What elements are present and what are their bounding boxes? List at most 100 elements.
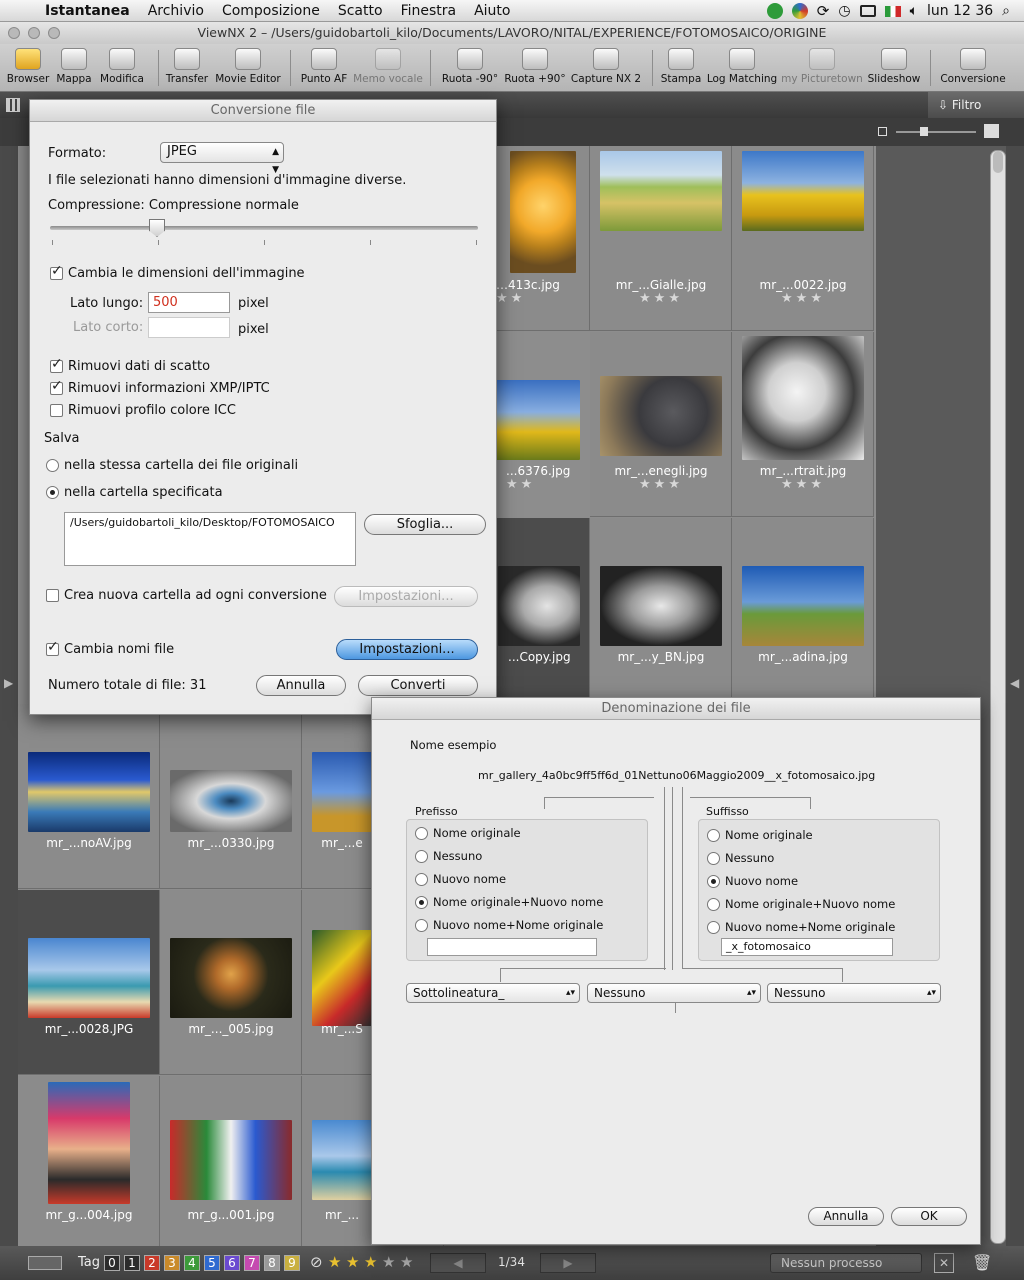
rating-stars[interactable]: ★★★ xyxy=(590,291,732,306)
grid-scrollbar[interactable] xyxy=(990,150,1006,1244)
process-dropdown[interactable]: Nessun processo xyxy=(770,1253,922,1273)
percorso-cartella-field[interactable]: /Users/guidobartoli_kilo/Desktop/FOTOMOS… xyxy=(64,512,356,566)
impostazioni-cartella-button[interactable]: Impostazioni... xyxy=(334,586,478,607)
tag-8[interactable]: 8 xyxy=(264,1255,280,1271)
separatore-prefisso-select[interactable]: Sottolineatura_ ▴▾ xyxy=(406,983,580,1003)
compressione-slider-handle[interactable] xyxy=(149,219,165,237)
stampa-button[interactable]: Stampa xyxy=(656,48,706,85)
previous-page-button[interactable]: ◀ xyxy=(430,1253,486,1273)
thumbnail-cell[interactable]: mr_g...001.jpg xyxy=(160,1076,302,1261)
suffisso-nome-originale-radio[interactable] xyxy=(707,829,720,842)
large-thumbnail-icon[interactable] xyxy=(984,124,999,138)
cambia-nomi-checkbox[interactable] xyxy=(46,639,59,656)
spotlight-search-icon[interactable]: ⌕ xyxy=(1002,3,1010,19)
panel-toggle-icon[interactable] xyxy=(28,1256,62,1270)
menu-finestra[interactable]: Finestra xyxy=(392,3,466,19)
wm-tray-icon[interactable] xyxy=(766,3,783,19)
clock[interactable]: lun 12 36 xyxy=(927,3,993,19)
prefisso-nuovo-nome-radio[interactable] xyxy=(415,873,428,886)
thumbnail-cell[interactable]: mr_...0022.jpg ★★★ xyxy=(732,146,874,331)
modifica-button[interactable]: Modifica xyxy=(96,48,148,85)
tag-7[interactable]: 7 xyxy=(244,1255,260,1271)
cambia-dimensioni-checkbox[interactable] xyxy=(50,263,63,280)
tag-6[interactable]: 6 xyxy=(224,1255,240,1271)
thumbnail-cell[interactable]: mr_...adina.jpg xyxy=(732,518,874,703)
lato-corto-input[interactable] xyxy=(148,317,230,338)
expand-right-icon[interactable]: ◀ xyxy=(1010,676,1019,690)
mappa-button[interactable]: Mappa xyxy=(52,48,96,85)
grid-view-icon[interactable] xyxy=(6,98,20,112)
thumbnail-cell[interactable]: mr_..._005.jpg xyxy=(160,890,302,1075)
crea-cartella-checkbox[interactable] xyxy=(46,589,59,602)
tag-2[interactable]: 2 xyxy=(144,1255,160,1271)
separatore-centro-select[interactable]: Nessuno ▴▾ xyxy=(587,983,761,1003)
conversione-button[interactable]: Conversione xyxy=(938,48,1008,85)
tag-3[interactable]: 3 xyxy=(164,1255,180,1271)
zoom-window-icon[interactable] xyxy=(48,27,60,39)
suffisso-nessuno-radio[interactable] xyxy=(707,852,720,865)
lato-lungo-input[interactable]: 500 xyxy=(148,292,230,313)
thumbnail-cell[interactable]: mr_...0330.jpg xyxy=(160,704,302,889)
slideshow-button[interactable]: Slideshow xyxy=(864,48,924,85)
menu-composizione[interactable]: Composizione xyxy=(213,3,329,19)
thumbnail-cell[interactable]: mr_...noAV.jpg xyxy=(18,704,160,889)
prefisso-nessuno-radio[interactable] xyxy=(415,850,428,863)
rating-star-icon[interactable]: ★ xyxy=(328,1253,341,1271)
annulla-button[interactable]: Annulla xyxy=(808,1207,884,1226)
suffisso-input[interactable]: _x_fotomosaico xyxy=(721,938,893,956)
thumbnail-cell[interactable]: mr_...enegli.jpg ★★★ xyxy=(590,332,732,517)
small-thumbnail-icon[interactable] xyxy=(878,127,887,136)
flag-italy-icon[interactable] xyxy=(884,5,901,17)
converti-button[interactable]: Converti xyxy=(358,675,478,696)
menu-scatto[interactable]: Scatto xyxy=(329,3,392,19)
minimize-window-icon[interactable] xyxy=(28,27,40,39)
thumbnail-cell[interactable]: mr_g...004.jpg xyxy=(18,1076,160,1261)
rating-star-icon[interactable]: ★ xyxy=(400,1253,413,1271)
time-machine-icon[interactable]: ◷ xyxy=(838,3,850,19)
cancel-process-icon[interactable]: ✕ xyxy=(934,1253,954,1273)
prefisso-input[interactable] xyxy=(427,938,597,956)
tag-1[interactable]: 1 xyxy=(124,1255,140,1271)
suffisso-nuovo-originale-radio[interactable] xyxy=(707,921,720,934)
punto-af-button[interactable]: Punto AF xyxy=(296,48,352,85)
trash-icon[interactable]: 🗑︎ xyxy=(972,1253,992,1272)
compressione-slider[interactable] xyxy=(50,226,478,230)
thumbnail-cell[interactable]: mr_...rtrait.jpg ★★★ xyxy=(732,332,874,517)
next-page-button[interactable]: ▶ xyxy=(540,1253,596,1273)
transfer-button[interactable]: Transfer xyxy=(162,48,212,85)
sfoglia-button[interactable]: Sfoglia... xyxy=(364,514,486,535)
volume-icon[interactable]: 🔈︎ xyxy=(910,3,918,19)
thumbnail-cell[interactable]: mr_...Gialle.jpg ★★★ xyxy=(590,146,732,331)
no-rating-icon[interactable]: ⊘ xyxy=(310,1253,323,1271)
tag-5[interactable]: 5 xyxy=(204,1255,220,1271)
salva-stessa-radio[interactable] xyxy=(46,459,59,472)
expand-left-icon[interactable]: ▶ xyxy=(4,676,13,690)
thumbnail-size-handle[interactable] xyxy=(920,127,928,136)
rotate-left-button[interactable]: Ruota -90° xyxy=(438,48,502,85)
thumbnail-cell[interactable]: mr_...y_BN.jpg xyxy=(590,518,732,703)
my-picturetown-button[interactable]: my Picturetown xyxy=(780,48,864,85)
movie-editor-button[interactable]: Movie Editor xyxy=(212,48,284,85)
rotate-right-button[interactable]: Ruota +90° xyxy=(502,48,568,85)
prefisso-nuovo-originale-radio[interactable] xyxy=(415,919,428,932)
rimuovi-xmp-checkbox[interactable] xyxy=(50,378,63,395)
separatore-suffisso-select[interactable]: Nessuno ▴▾ xyxy=(767,983,941,1003)
menu-archivio[interactable]: Archivio xyxy=(139,3,213,19)
menu-app-name[interactable]: Istantanea xyxy=(36,3,139,19)
impostazioni-nomi-button[interactable]: Impostazioni... xyxy=(336,639,478,660)
suffisso-nuovo-nome-radio[interactable] xyxy=(707,875,720,888)
menu-aiuto[interactable]: Aiuto xyxy=(465,3,519,19)
rating-star-icon[interactable]: ★ xyxy=(382,1253,395,1271)
display-icon[interactable] xyxy=(859,5,876,17)
rimuovi-scatto-checkbox[interactable] xyxy=(50,356,63,373)
thumbnail-size-slider[interactable] xyxy=(896,131,976,133)
rating-stars[interactable]: ★★★ xyxy=(590,477,732,492)
scrollbar-thumb[interactable] xyxy=(993,151,1003,173)
suffisso-originale-nuovo-radio[interactable] xyxy=(707,898,720,911)
annulla-button[interactable]: Annulla xyxy=(256,675,346,696)
thumbnail-cell[interactable]: mr_...0028.JPG xyxy=(18,890,160,1075)
rating-stars[interactable]: ★★★ xyxy=(732,477,874,492)
rating-stars[interactable]: ★★ xyxy=(496,291,525,306)
close-window-icon[interactable] xyxy=(8,27,20,39)
prefisso-originale-nuovo-radio[interactable] xyxy=(415,896,428,909)
